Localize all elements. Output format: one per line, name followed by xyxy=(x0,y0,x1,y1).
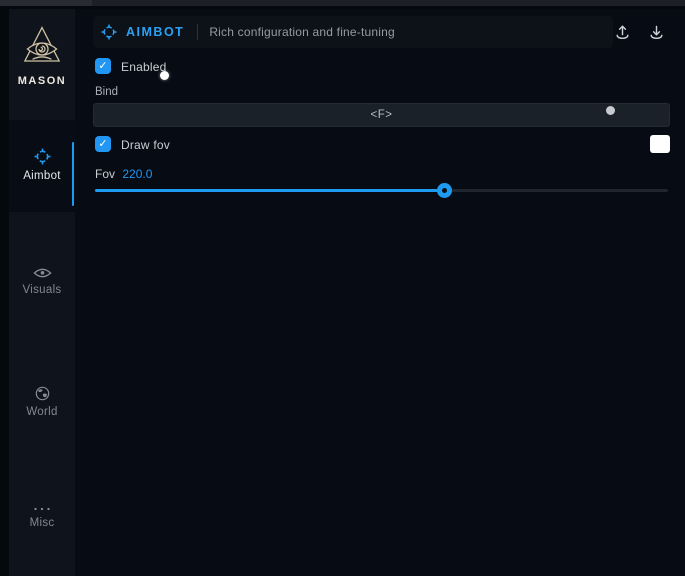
globe-icon xyxy=(9,386,75,401)
mouse-cursor-dot xyxy=(160,71,169,80)
draw-fov-checkbox[interactable]: ✓ xyxy=(95,136,111,152)
sidebar-item-label: Aimbot xyxy=(9,170,75,182)
download-icon xyxy=(648,24,665,41)
sidebar-item-label: World xyxy=(9,406,75,418)
fov-color-swatch[interactable] xyxy=(650,135,670,153)
window-top-strip xyxy=(0,0,685,6)
upload-icon xyxy=(614,24,631,41)
sidebar-item-misc[interactable]: Misc xyxy=(9,494,75,576)
page-subtitle: Rich configuration and fine-tuning xyxy=(209,25,395,39)
bind-key-input[interactable]: <F> xyxy=(93,103,670,127)
bind-label: Bind xyxy=(95,86,118,98)
upload-config-button[interactable] xyxy=(609,20,635,44)
sidebar-item-visuals[interactable]: Visuals xyxy=(9,258,75,350)
active-indicator-bar xyxy=(72,142,75,206)
fov-slider[interactable] xyxy=(95,182,668,198)
sidebar: MASON Aimbot xyxy=(9,9,75,576)
bind-key-value: <F> xyxy=(371,109,393,121)
crosshair-icon xyxy=(9,148,75,165)
download-config-button[interactable] xyxy=(643,20,669,44)
enabled-checkbox[interactable]: ✓ xyxy=(95,58,111,74)
mason-eye-pyramid-icon xyxy=(9,25,75,73)
window-top-strip-highlight xyxy=(0,0,92,6)
ellipsis-icon xyxy=(9,506,75,512)
sidebar-item-label: Visuals xyxy=(9,284,75,296)
enabled-label: Enabled xyxy=(121,60,166,74)
app-window: MASON Aimbot xyxy=(0,0,685,576)
fov-value-row: Fov 220.0 xyxy=(95,167,152,181)
brand-name: MASON xyxy=(9,75,75,87)
drag-handle-dot xyxy=(606,106,615,115)
sidebar-item-aimbot[interactable]: Aimbot xyxy=(9,120,75,212)
sidebar-item-label: Misc xyxy=(9,517,75,529)
fov-slider-thumb[interactable] xyxy=(437,183,452,198)
checkmark-icon: ✓ xyxy=(98,138,107,150)
fov-slider-fill xyxy=(95,189,445,192)
page-title: AIMBOT xyxy=(126,25,184,39)
fov-label: Fov xyxy=(95,167,115,181)
fov-value: 220.0 xyxy=(122,167,152,181)
brand-logo: MASON xyxy=(9,25,75,87)
header-divider xyxy=(197,24,198,40)
crosshair-icon xyxy=(101,24,117,40)
checkmark-icon: ✓ xyxy=(98,60,107,72)
sidebar-item-world[interactable]: World xyxy=(9,376,75,468)
draw-fov-label: Draw fov xyxy=(121,138,170,152)
eye-icon xyxy=(9,267,75,279)
page-header: AIMBOT Rich configuration and fine-tunin… xyxy=(93,16,613,48)
main-content-area xyxy=(75,9,685,576)
